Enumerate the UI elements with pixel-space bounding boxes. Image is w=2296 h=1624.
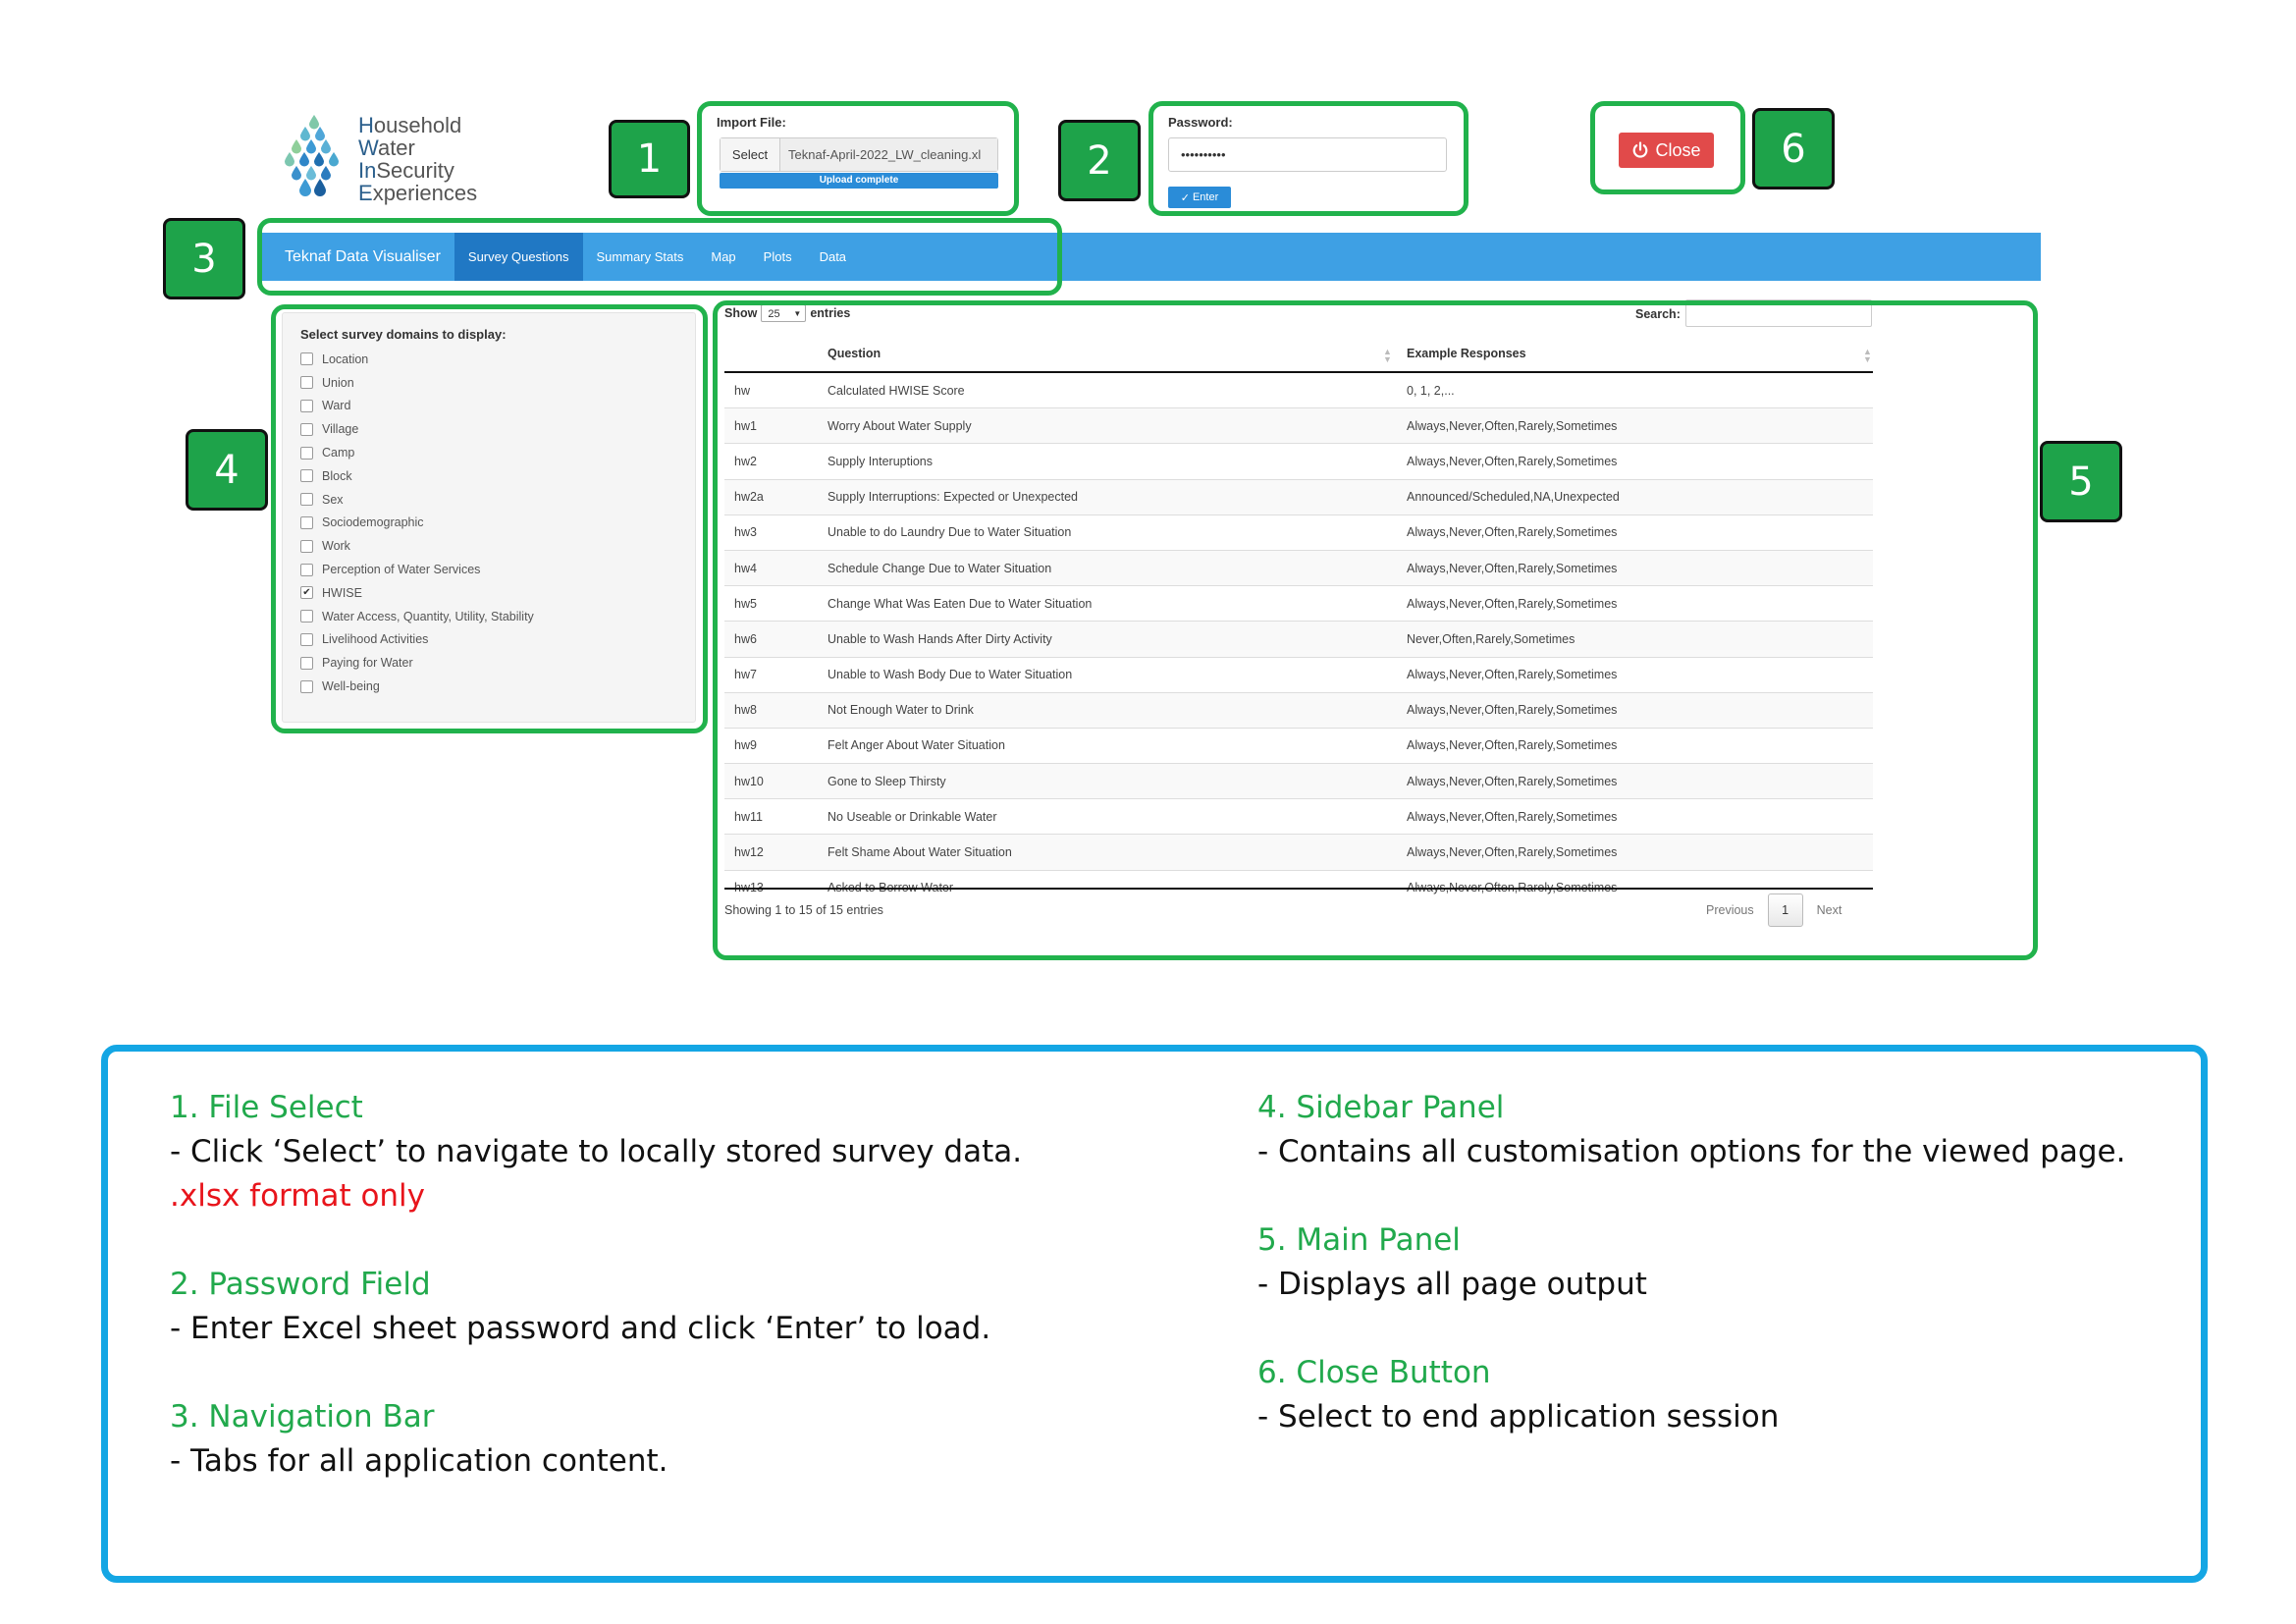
callout-box-password [1148, 101, 1468, 216]
description-column-left: 1. File Select - Click ‘Select’ to navig… [170, 1086, 1151, 1484]
callout-box-sidebar [271, 304, 708, 733]
callout-number-6: 6 [1752, 108, 1835, 189]
callout-number-1: 1 [609, 120, 690, 198]
description-body-close: - Select to end application session [1257, 1399, 1780, 1435]
callout-number-3: 3 [163, 218, 245, 299]
logo-wordmark: Household Water InSecurity Experiences [358, 113, 478, 205]
description-heading-sidebar: 4. Sidebar Panel [1257, 1090, 1505, 1125]
description-heading-close: 6. Close Button [1257, 1355, 1491, 1390]
description-heading-password: 2. Password Field [170, 1267, 431, 1302]
description-heading-main-panel: 5. Main Panel [1257, 1222, 1461, 1258]
description-note-xlsx: .xlsx format only [170, 1178, 426, 1214]
callout-number-4: 4 [186, 429, 268, 511]
description-body-main-panel: - Displays all page output [1257, 1267, 1647, 1302]
description-column-right: 4. Sidebar Panel - Contains all customis… [1257, 1086, 2190, 1439]
description-body-sidebar: - Contains all customisation options for… [1257, 1134, 2126, 1169]
callout-box-close [1590, 101, 1745, 194]
callout-box-file-select [697, 101, 1019, 216]
callout-box-navbar [257, 218, 1062, 296]
description-heading-navbar: 3. Navigation Bar [170, 1399, 435, 1435]
description-body-file-select: - Click ‘Select’ to navigate to locally … [170, 1134, 1023, 1169]
callout-box-main-panel [713, 300, 2038, 960]
callout-number-5: 5 [2040, 441, 2122, 522]
description-body-navbar: - Tabs for all application content. [170, 1443, 668, 1479]
description-panel: 1. File Select - Click ‘Select’ to navig… [101, 1045, 2208, 1583]
logo-water-drops-icon [285, 115, 339, 196]
callout-number-2: 2 [1058, 120, 1141, 201]
description-body-password: - Enter Excel sheet password and click ‘… [170, 1311, 991, 1346]
description-heading-file-select: 1. File Select [170, 1090, 363, 1125]
